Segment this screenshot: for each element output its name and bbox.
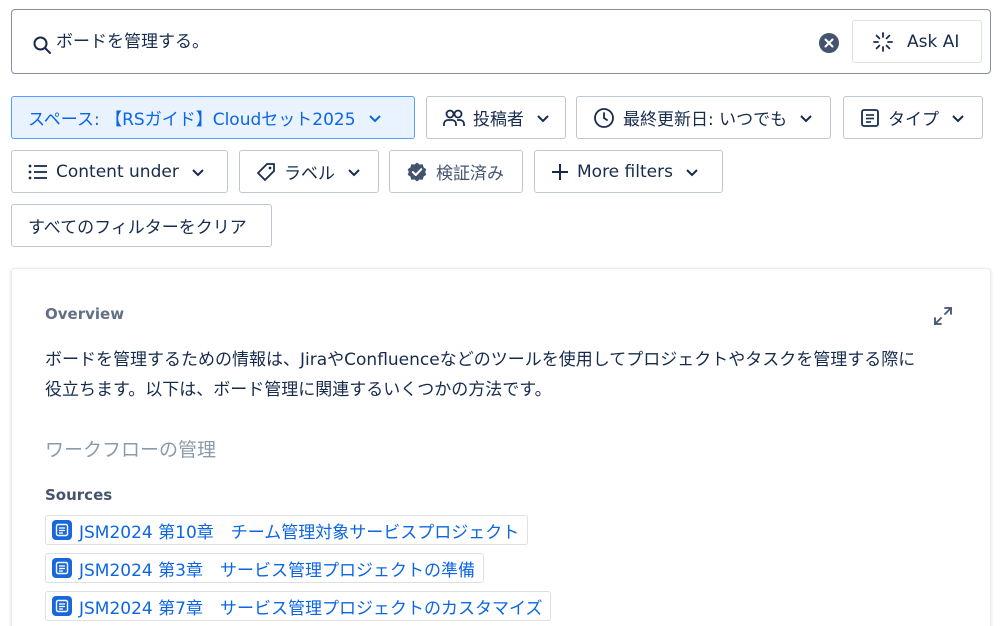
last-updated-filter-label: 最終更新日: いつでも [623, 110, 788, 130]
summary-line: ボードを管理するための情報は、JiraやConfluenceなどのツールを使用し… [45, 350, 916, 370]
section-heading: ワークフローの管理 [45, 439, 217, 461]
contributor-filter-label: 投稿者 [473, 110, 524, 130]
overview-label: Overview [45, 305, 125, 323]
ask-ai-button[interactable]: Ask AI [852, 20, 982, 63]
list-icon [28, 164, 47, 179]
chevron-down-icon [192, 168, 204, 176]
sources-label: Sources [45, 486, 113, 504]
ask-ai-label: Ask AI [907, 31, 960, 52]
source-title: JSM2024 第3章 サービス管理プロジェクトの準備 [79, 560, 475, 581]
verified-badge-icon [407, 162, 427, 181]
source-title: JSM2024 第7章 サービス管理プロジェクトのカスタマイズ [79, 598, 543, 619]
verified-filter[interactable]: 検証済み [389, 150, 523, 193]
label-filter[interactable]: ラベル [239, 150, 379, 193]
chevron-down-icon [952, 114, 964, 122]
label-filter-label: ラベル [284, 164, 335, 184]
search-icon [33, 36, 51, 54]
sources-list: JSM2024 第10章 チーム管理対象サービスプロジェクト JSM2024 第… [45, 515, 552, 626]
overview-summary: ボードを管理するための情報は、JiraやConfluenceなどのツールを使用し… [45, 345, 965, 405]
content-under-filter[interactable]: Content under [11, 150, 228, 193]
type-filter-label: タイプ [888, 110, 939, 130]
chevron-down-icon [348, 168, 360, 176]
chevron-down-icon [368, 114, 381, 122]
verified-filter-label: 検証済み [436, 164, 504, 184]
confluence-page-icon [52, 596, 72, 616]
clear-all-filters-label: すべてのフィルターをクリア [28, 218, 247, 238]
search-bar[interactable]: ボードを管理する。 Ask AI [11, 9, 991, 74]
contributor-filter[interactable]: 投稿者 [426, 96, 566, 139]
search-input[interactable]: ボードを管理する。 [56, 31, 209, 53]
clock-icon [594, 107, 614, 128]
clear-all-filters-button[interactable]: すべてのフィルターをクリア [11, 204, 272, 247]
space-filter-label: スペース: 【RSガイド】Cloudセット2025 [28, 110, 356, 130]
source-title: JSM2024 第10章 チーム管理対象サービスプロジェクト [79, 522, 520, 543]
source-link[interactable]: JSM2024 第7章 サービス管理プロジェクトのカスタマイズ [45, 591, 552, 621]
type-filter[interactable]: タイプ [843, 96, 983, 139]
more-filters-label: More filters [577, 161, 673, 182]
page-icon [861, 108, 879, 127]
ai-spark-icon [873, 31, 893, 52]
chevron-down-icon [686, 168, 698, 176]
chevron-down-icon [537, 114, 549, 122]
confluence-page-icon [52, 520, 72, 540]
clear-search-icon[interactable] [818, 32, 840, 54]
expand-icon[interactable] [934, 307, 952, 325]
content-under-filter-label: Content under [56, 161, 179, 182]
last-updated-filter[interactable]: 最終更新日: いつでも [576, 96, 831, 139]
tag-icon [257, 162, 275, 181]
source-link[interactable]: JSM2024 第3章 サービス管理プロジェクトの準備 [45, 553, 484, 583]
more-filters-button[interactable]: More filters [534, 150, 723, 193]
space-filter[interactable]: スペース: 【RSガイド】Cloudセット2025 [11, 96, 415, 139]
people-icon [443, 109, 465, 126]
summary-line: 役立ちます。以下は、ボード管理に関連するいくつかの方法です。 [45, 380, 552, 400]
overview-panel: Overview ボードを管理するための情報は、JiraやConfluenceな… [11, 268, 991, 626]
confluence-page-icon [52, 558, 72, 578]
chevron-down-icon [800, 114, 812, 122]
source-link[interactable]: JSM2024 第10章 チーム管理対象サービスプロジェクト [45, 515, 529, 545]
plus-icon [552, 163, 568, 180]
